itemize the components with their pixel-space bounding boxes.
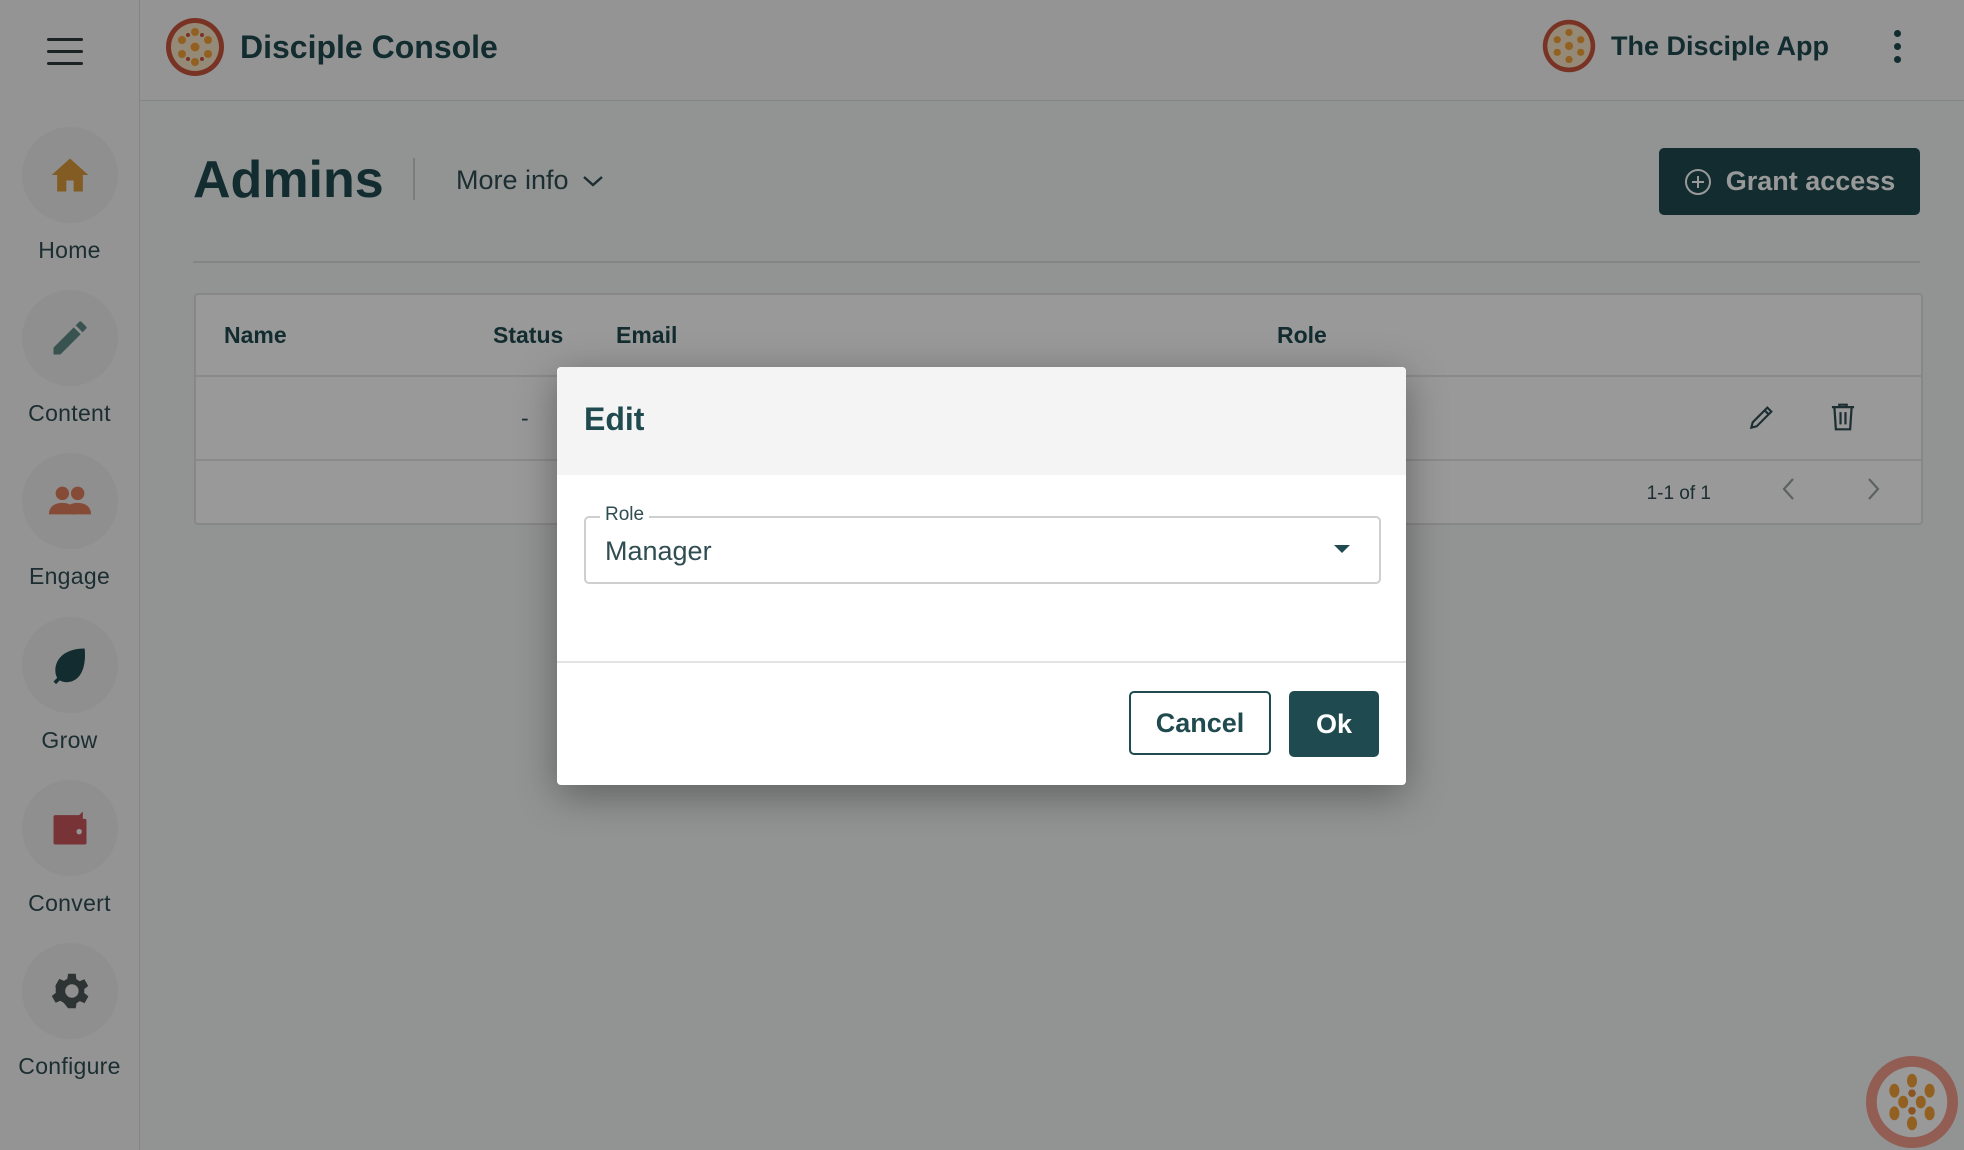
ok-button[interactable]: Ok bbox=[1289, 691, 1379, 757]
app-root: Home Content Engage Grow Convert Configu… bbox=[0, 0, 1964, 1150]
dialog-title: Edit bbox=[584, 401, 645, 437]
caret-down-icon bbox=[1334, 545, 1350, 553]
cancel-button[interactable]: Cancel bbox=[1129, 691, 1271, 755]
role-select[interactable]: Role Manager bbox=[584, 504, 1381, 584]
edit-dialog: Edit Role Manager Cancel Ok bbox=[557, 367, 1406, 785]
role-label: Role bbox=[600, 504, 650, 526]
dialog-divider bbox=[557, 661, 1406, 663]
dialog-header: Edit bbox=[557, 367, 1406, 475]
role-value: Manager bbox=[605, 536, 712, 566]
